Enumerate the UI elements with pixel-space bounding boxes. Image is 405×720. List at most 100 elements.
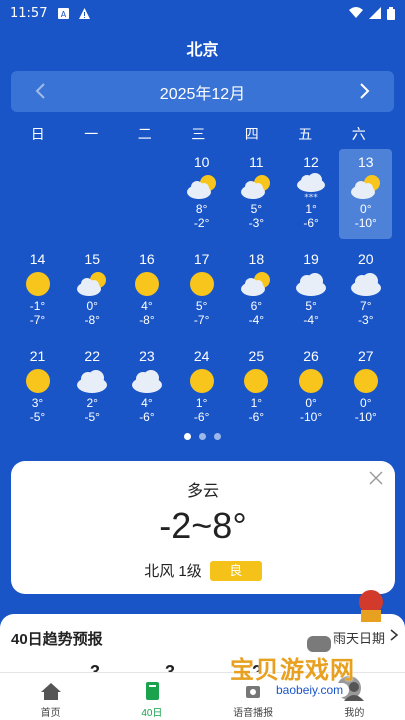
day-detail-card: 多云 -2~8° 北风 1级 良 xyxy=(11,461,395,594)
detail-temperature-range: -2~8° xyxy=(159,505,247,546)
day-number: 25 xyxy=(248,348,265,364)
day-high-temp: 1° xyxy=(250,396,263,410)
day-number: 18 xyxy=(248,251,265,267)
day-high-temp: 6° xyxy=(250,299,263,313)
day-number: 22 xyxy=(84,348,100,364)
aqi-badge: 良 xyxy=(209,560,262,581)
day-high-temp: 5° xyxy=(305,299,317,313)
battery-icon xyxy=(387,6,395,20)
day-low-temp: -5° xyxy=(29,410,46,424)
day-low-temp: -6° xyxy=(303,216,319,230)
calendar-day-18[interactable]: 18 6° -4° xyxy=(230,246,283,336)
tab-book[interactable]: 40日 xyxy=(101,673,202,720)
cloudy-icon xyxy=(77,370,108,393)
weekday-label: 六 xyxy=(351,126,366,142)
calendar-day-25[interactable]: 25 1° -6° xyxy=(230,343,283,433)
day-high-temp: 5° xyxy=(250,202,263,216)
calendar-day-24[interactable]: 24 1° -6° xyxy=(175,343,228,433)
day-low-temp: -5° xyxy=(84,410,100,424)
tab-home[interactable]: 首页 xyxy=(0,673,101,720)
weekday-label: 一 xyxy=(84,126,99,142)
tab-label: 首页 xyxy=(40,708,61,719)
day-high-temp: 4° xyxy=(141,299,153,313)
day-low-temp: -10° xyxy=(354,216,377,230)
weekday-label: 五 xyxy=(298,126,313,142)
page-indicator xyxy=(0,433,405,440)
watermark-url: baobeiy.com xyxy=(270,683,350,697)
day-number: 23 xyxy=(139,348,155,364)
day-low-temp: -10° xyxy=(354,410,377,424)
day-low-temp: -7° xyxy=(29,313,46,327)
calendar-day-23[interactable]: 23 4° -6° xyxy=(120,343,173,433)
sunny-icon xyxy=(189,369,214,393)
detail-condition: 多云 xyxy=(186,483,219,500)
calendar-week-row: 21 3° -5° 22 2° -5° 23 4° -6° 24 1° -6° 25 1° -6° 26 0° -… xyxy=(11,343,394,433)
calendar-day-12[interactable]: 12 *** 1° -6° xyxy=(285,149,338,239)
day-number: 13 xyxy=(357,154,374,170)
weekday-header: 日 一 二 三 四 五 六 xyxy=(0,124,405,144)
month-selector: 2025年12月 xyxy=(11,71,394,112)
svg-text:A: A xyxy=(61,10,67,19)
weekday-label: 四 xyxy=(244,126,259,142)
page-dot[interactable] xyxy=(199,433,206,440)
home-icon xyxy=(40,683,61,700)
weekday-label: 二 xyxy=(137,126,152,142)
day-high-temp: 7° xyxy=(360,299,372,313)
day-number: 19 xyxy=(303,251,319,267)
day-high-temp: -1° xyxy=(29,299,46,313)
calendar-day-17[interactable]: 17 5° -7° xyxy=(175,246,228,336)
calendar-week-row: 14 -1° -7° 15 0° -8° 16 4° -8° 17 5° -7° 18 6° -4° 19 5°… xyxy=(11,246,394,336)
calendar-day-27[interactable]: 27 0° -10° xyxy=(339,343,392,433)
day-number: 24 xyxy=(193,348,210,364)
calendar-day-19[interactable]: 19 5° -4° xyxy=(285,246,338,336)
day-high-temp: 1° xyxy=(305,202,317,216)
day-number: 16 xyxy=(139,251,155,267)
trend-title: 40日趋势预报 xyxy=(11,631,103,648)
day-low-temp: -8° xyxy=(84,313,100,327)
sunny-icon xyxy=(25,369,50,393)
calendar-day-10[interactable]: 10 8° -2° xyxy=(175,149,228,239)
weekday-label: 三 xyxy=(191,126,206,142)
day-low-temp: -2° xyxy=(193,216,210,230)
page-dot[interactable] xyxy=(184,433,191,440)
calendar-day-21[interactable]: 21 3° -5° xyxy=(11,343,64,433)
day-high-temp: 8° xyxy=(195,202,208,216)
next-month-icon[interactable] xyxy=(354,81,374,101)
cloudy-icon xyxy=(350,273,381,296)
partly-cloudy-icon xyxy=(77,272,107,296)
notification-icon: A xyxy=(58,7,70,19)
sunny-icon xyxy=(189,272,214,296)
prev-month-icon[interactable] xyxy=(31,81,51,101)
wifi-icon xyxy=(349,7,363,18)
sunny-icon xyxy=(134,272,159,296)
calendar-day-13[interactable]: 13 0° -10° xyxy=(339,149,393,239)
status-time: 11:57 xyxy=(10,5,48,21)
warning-icon xyxy=(79,7,91,19)
calendar-day-15[interactable]: 15 0° -8° xyxy=(66,246,119,336)
day-low-temp: -6° xyxy=(139,410,155,424)
day-high-temp: 0° xyxy=(305,396,317,410)
day-high-temp: 0° xyxy=(86,299,98,313)
detail-wind: 北风 1级 xyxy=(144,563,202,580)
calendar-day-16[interactable]: 16 4° -8° xyxy=(120,246,173,336)
tab-label: 40日 xyxy=(141,708,163,719)
day-number: 11 xyxy=(249,154,264,170)
calendar-day-26[interactable]: 26 0° -10° xyxy=(285,343,338,433)
detail-wind-row: 北风 1级 良 xyxy=(11,560,395,581)
sunny-icon xyxy=(25,272,50,296)
partly-cloudy-icon xyxy=(241,175,271,199)
cloudy-icon xyxy=(296,273,327,296)
day-low-temp: -4° xyxy=(248,313,265,327)
day-number: 17 xyxy=(193,251,210,267)
calendar-day-20[interactable]: 20 7° -3° xyxy=(339,246,392,336)
calendar-day-14[interactable]: 14 -1° -7° xyxy=(11,246,64,336)
day-number: 10 xyxy=(193,154,210,170)
calendar-day-11[interactable]: 11 5° -3° xyxy=(230,149,283,239)
page-dot[interactable] xyxy=(214,433,221,440)
snow-icon: *** xyxy=(297,173,326,201)
partly-cloudy-icon xyxy=(350,175,380,199)
book-icon xyxy=(145,682,159,700)
city-title: 北京 xyxy=(186,42,219,59)
day-high-temp: 0° xyxy=(360,396,372,410)
calendar-day-22[interactable]: 22 2° -5° xyxy=(66,343,119,433)
